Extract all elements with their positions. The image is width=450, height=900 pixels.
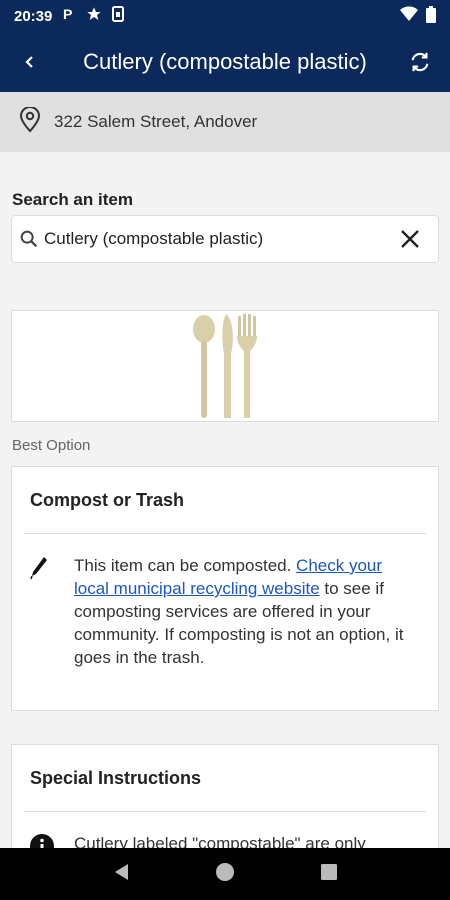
- address-bar[interactable]: 322 Salem Street, Andover: [0, 92, 450, 152]
- battery-icon: [426, 5, 436, 27]
- app-bar: Cutlery (compostable plastic): [0, 32, 450, 92]
- back-button[interactable]: [0, 32, 60, 92]
- close-icon: [401, 230, 419, 248]
- home-circle-icon: [216, 862, 234, 881]
- option-description: This item can be composted. Check your l…: [74, 554, 420, 669]
- pen-icon: [30, 554, 74, 669]
- info-icon: [30, 832, 74, 848]
- refresh-icon: [411, 52, 429, 72]
- sim-icon: [112, 6, 125, 26]
- nav-home-button[interactable]: [215, 862, 235, 887]
- star-icon: [86, 6, 102, 26]
- search-label: Search an item: [12, 190, 133, 209]
- option-title: Compost or Trash: [30, 489, 185, 510]
- svg-text:P: P: [63, 6, 72, 22]
- status-bar: 20:39 P: [0, 0, 450, 32]
- special-instructions-card: Special Instructions Cutlery labeled "co…: [11, 744, 439, 848]
- cutlery-illustration: [193, 314, 257, 418]
- recents-square-icon: [321, 863, 337, 880]
- refresh-button[interactable]: [390, 32, 450, 92]
- location-pin-icon: [18, 105, 42, 138]
- best-option-label: Best Option: [12, 437, 91, 454]
- disposal-option-card: Compost or Trash This item can be compos…: [11, 466, 439, 711]
- chevron-left-icon: [25, 56, 33, 68]
- option-text-before: This item can be composted.: [74, 556, 297, 575]
- search-input[interactable]: Cutlery (compostable plastic): [44, 229, 382, 249]
- address-text: 322 Salem Street, Andover: [54, 112, 258, 131]
- clear-search-button[interactable]: [382, 216, 438, 262]
- triangle-back-icon: [115, 863, 128, 880]
- instructions-title: Special Instructions: [30, 767, 202, 788]
- system-navigation-bar: [0, 848, 450, 900]
- nav-recents-button[interactable]: [321, 863, 337, 885]
- main-content[interactable]: Search an item Cutlery (compostable plas…: [0, 152, 450, 848]
- instructions-text: Cutlery labeled "compostable" are only: [74, 834, 366, 848]
- status-time: 20:39: [14, 7, 53, 25]
- wifi-icon: [400, 6, 418, 26]
- page-title: Cutlery (compostable plastic): [83, 49, 367, 74]
- search-box[interactable]: Cutlery (compostable plastic): [11, 215, 439, 263]
- item-image: [11, 310, 439, 422]
- parking-icon: P: [62, 6, 76, 26]
- nav-back-button[interactable]: [113, 863, 129, 886]
- search-icon: [20, 230, 38, 248]
